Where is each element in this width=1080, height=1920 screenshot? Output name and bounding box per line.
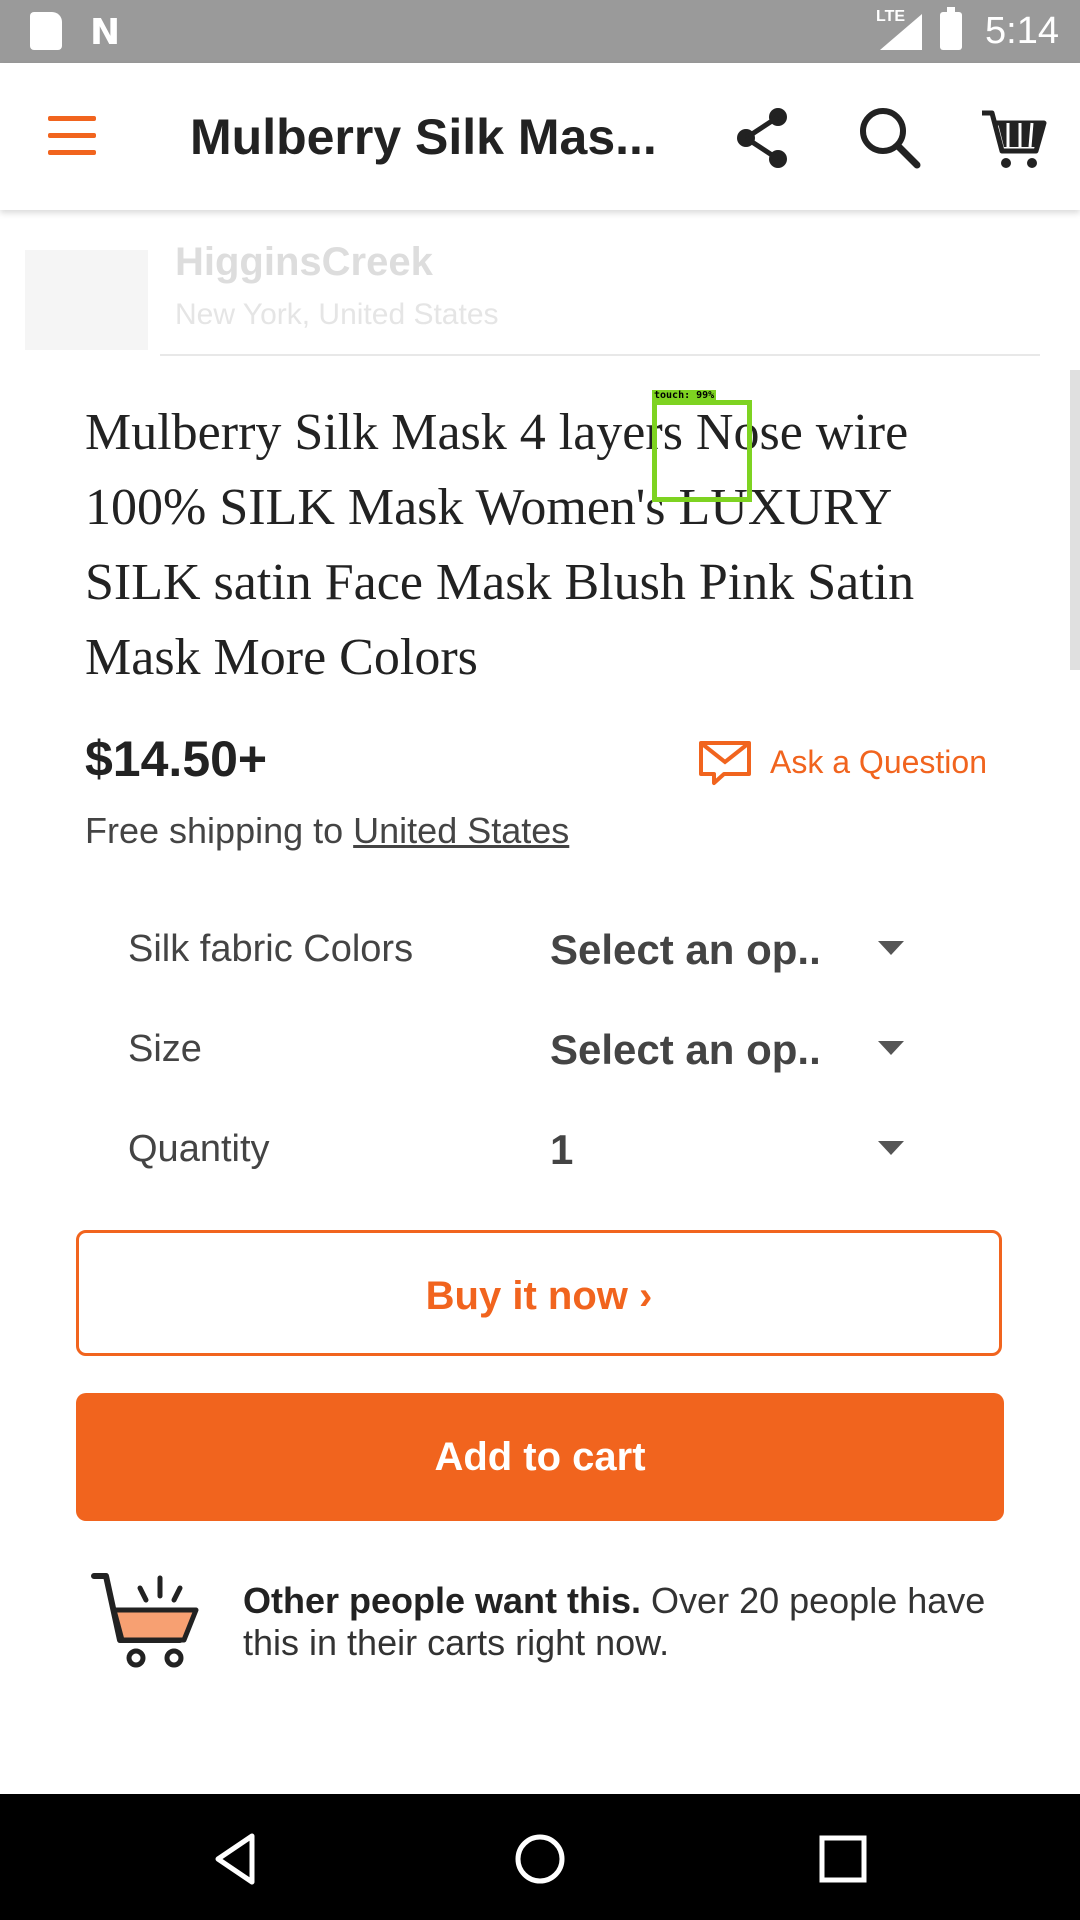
product-price: $14.50+ (85, 731, 268, 787)
add-to-cart-button[interactable]: Add to cart (76, 1393, 1004, 1521)
demand-notice: Other people want this. Over 20 people h… (243, 1580, 1023, 1664)
app-toolbar: Mulberry Silk Mas... (0, 63, 1080, 210)
menu-icon[interactable] (48, 116, 98, 156)
product-title: Mulberry Silk Mask 4 layers Nose wire 10… (85, 404, 915, 686)
option-label-quantity: Quantity (128, 1128, 270, 1170)
signal-icon (880, 14, 922, 50)
sd-card-icon (30, 12, 62, 50)
shipping-country-link[interactable]: United States (353, 810, 569, 851)
chevron-down-icon[interactable] (878, 1141, 904, 1155)
back-icon[interactable] (200, 1824, 270, 1894)
chevron-down-icon[interactable] (878, 1041, 904, 1055)
option-select-size[interactable]: Select an op.. (550, 1026, 821, 1074)
chevron-down-icon[interactable] (878, 941, 904, 955)
option-label-size: Size (128, 1028, 202, 1070)
option-label-colors: Silk fabric Colors (128, 928, 414, 970)
page-title: Mulberry Silk Mas... (190, 109, 657, 165)
recents-icon[interactable] (808, 1824, 878, 1894)
home-icon[interactable] (505, 1824, 575, 1894)
buy-it-now-button[interactable]: Buy it now › (76, 1230, 1002, 1356)
status-bar: N LTE 5:14 (0, 0, 1080, 63)
option-select-colors[interactable]: Select an op.. (550, 926, 821, 974)
scrollbar[interactable] (1070, 370, 1080, 670)
option-select-quantity[interactable]: 1 (550, 1126, 573, 1174)
shop-location: New York, United States (175, 298, 499, 331)
cart-icon[interactable] (978, 103, 1048, 173)
shop-name: HigginsCreek (175, 240, 433, 284)
notification-n-icon: N (90, 12, 121, 53)
search-icon[interactable] (855, 103, 925, 173)
shipping-prefix: Free shipping to (85, 810, 354, 851)
mail-icon (699, 741, 751, 785)
ask-question-label: Ask a Question (770, 744, 987, 780)
divider (160, 354, 1040, 356)
shop-avatar (25, 250, 148, 350)
touch-indicator (652, 400, 752, 502)
status-time: 5:14 (985, 10, 1059, 52)
navigation-bar (0, 1794, 1080, 1920)
shipping-info: Free shipping to United States (85, 810, 569, 852)
share-icon[interactable] (728, 103, 798, 173)
basket-icon (91, 1573, 199, 1668)
battery-icon (940, 7, 962, 50)
demand-bold: Other people want this. (243, 1580, 642, 1621)
